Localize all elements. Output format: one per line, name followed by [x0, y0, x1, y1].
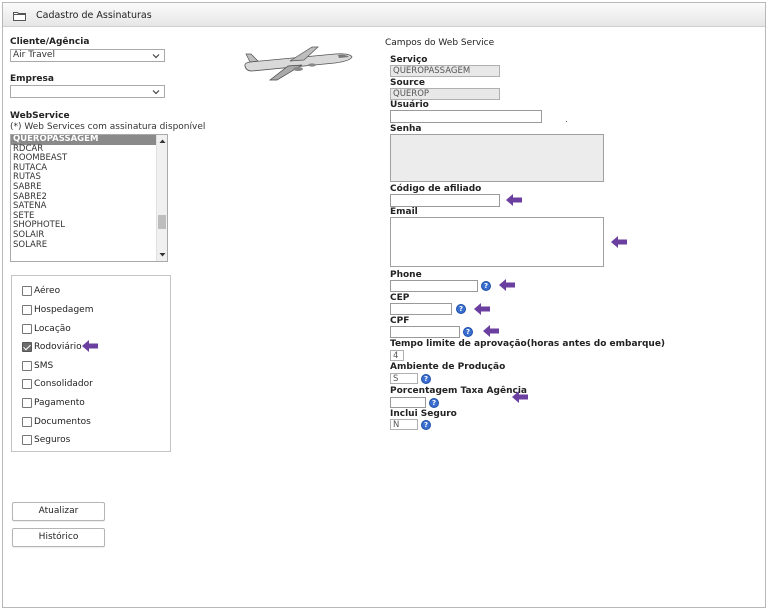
user-field[interactable]: [390, 110, 542, 123]
source-field: QUEROP: [390, 88, 500, 100]
password-field[interactable]: [390, 134, 604, 182]
email-field[interactable]: [390, 217, 604, 267]
chevron-down-icon: [152, 54, 160, 59]
cep-label: CEP: [390, 293, 410, 303]
company-label: Empresa: [10, 74, 54, 84]
checkbox-label: Locação: [34, 324, 71, 334]
service-label: Serviço: [390, 55, 428, 65]
scrollbar-thumb[interactable]: [158, 215, 166, 229]
production-env-label: Ambiente de Produção: [390, 362, 506, 372]
client-label: Cliente/Agência: [10, 37, 90, 47]
cpf-label: CPF: [390, 316, 410, 326]
help-icon[interactable]: ?: [463, 327, 473, 337]
help-icon[interactable]: ?: [421, 420, 431, 430]
airplane-illustration: [244, 46, 353, 81]
production-env-field[interactable]: S: [390, 373, 418, 384]
checkbox-row[interactable]: Consolidador: [22, 378, 93, 390]
checkbox[interactable]: [22, 361, 32, 371]
arrow-left-icon: [499, 279, 515, 291]
checkbox[interactable]: [22, 417, 32, 427]
affiliate-code-field[interactable]: [390, 194, 500, 207]
scroll-up-icon[interactable]: [159, 138, 166, 145]
agency-fee-field[interactable]: [390, 397, 426, 408]
checkbox[interactable]: [22, 379, 32, 389]
client-select-value: Air Travel: [13, 50, 55, 60]
checkbox[interactable]: [22, 398, 32, 408]
checkbox-row[interactable]: Rodoviário: [22, 341, 82, 353]
client-select[interactable]: Air Travel: [10, 49, 165, 62]
email-label: Email: [390, 207, 418, 217]
phone-field[interactable]: [390, 280, 478, 292]
includes-insurance-label: Inclui Seguro: [390, 409, 457, 419]
arrow-left-icon: [474, 303, 490, 315]
help-icon[interactable]: ?: [429, 398, 439, 408]
webservice-note: (*) Web Services com assinatura disponív…: [10, 122, 206, 132]
arrow-left-icon: [512, 391, 528, 403]
user-label: Usuário: [390, 100, 429, 110]
scroll-down-icon[interactable]: [159, 251, 166, 258]
webservice-option[interactable]: SATENA: [11, 202, 167, 212]
cep-field[interactable]: [390, 303, 452, 315]
time-limit-label: Tempo limite de aprovação(horas antes do…: [390, 339, 666, 349]
checkbox-label: Documentos: [34, 417, 91, 427]
checkbox[interactable]: [22, 305, 32, 315]
arrow-left-icon: [82, 340, 98, 352]
checkbox-row[interactable]: SMS: [22, 360, 53, 372]
checkbox-label: Seguros: [34, 435, 71, 445]
checkbox[interactable]: [22, 342, 32, 352]
webservice-option[interactable]: SOLARE: [11, 240, 167, 251]
history-button[interactable]: Histórico: [12, 528, 105, 547]
arrow-left-icon: [611, 236, 627, 248]
checkbox-row[interactable]: Pagamento: [22, 397, 85, 409]
title-bar: Cadastro de Assinaturas: [3, 3, 765, 27]
webservice-label: WebService: [10, 111, 70, 121]
checkbox-label: Hospedagem: [34, 305, 94, 315]
checkbox-label: Rodoviário: [34, 342, 82, 352]
agency-fee-label: Porcentagem Taxa Agência: [390, 386, 527, 396]
folder-icon: [13, 12, 26, 21]
arrow-left-icon: [483, 325, 499, 337]
phone-label: Phone: [390, 270, 422, 280]
checkbox-row[interactable]: Aéreo: [22, 285, 60, 297]
checkbox-row[interactable]: Locação: [22, 323, 71, 335]
checkbox-row[interactable]: Seguros: [22, 434, 70, 446]
checkbox-label: SMS: [34, 361, 54, 371]
stray-dot: [566, 121, 567, 122]
checkbox[interactable]: [22, 435, 32, 445]
company-select[interactable]: [10, 85, 165, 98]
checkbox-row[interactable]: Documentos: [22, 416, 91, 428]
checkbox-label: Pagamento: [34, 398, 85, 408]
help-icon[interactable]: ?: [456, 304, 466, 314]
update-button[interactable]: Atualizar: [12, 502, 105, 521]
arrow-left-icon: [506, 194, 522, 206]
service-field: QUEROPASSAGEM: [390, 65, 500, 77]
webservice-listbox[interactable]: QUEROPASSAGEM RDCAR ROOMBEAST RUTACA RUTAS SA…: [10, 134, 168, 262]
help-icon[interactable]: ?: [481, 281, 491, 291]
service-type-panel: Aéreo Hospedagem Locação Rodoviário SMS Conso…: [11, 275, 171, 452]
time-limit-field[interactable]: 4: [390, 350, 404, 361]
affiliate-code-label: Código de afiliado: [390, 184, 482, 194]
webservice-fields-heading: Campos do Web Service: [385, 38, 495, 48]
includes-insurance-field[interactable]: N: [390, 419, 418, 430]
checkbox[interactable]: [22, 324, 32, 334]
checkbox-label: Aéreo: [34, 286, 61, 296]
window-title: Cadastro de Assinaturas: [36, 10, 152, 21]
cpf-field[interactable]: [390, 326, 460, 338]
checkbox-label: Consolidador: [34, 379, 93, 389]
password-label: Senha: [390, 124, 422, 134]
checkbox-row[interactable]: Hospedagem: [22, 304, 93, 316]
help-icon[interactable]: ?: [421, 374, 431, 384]
checkbox[interactable]: [22, 286, 32, 296]
chevron-down-icon: [152, 90, 160, 95]
listbox-scrollbar[interactable]: [156, 135, 167, 261]
source-label: Source: [390, 78, 425, 88]
